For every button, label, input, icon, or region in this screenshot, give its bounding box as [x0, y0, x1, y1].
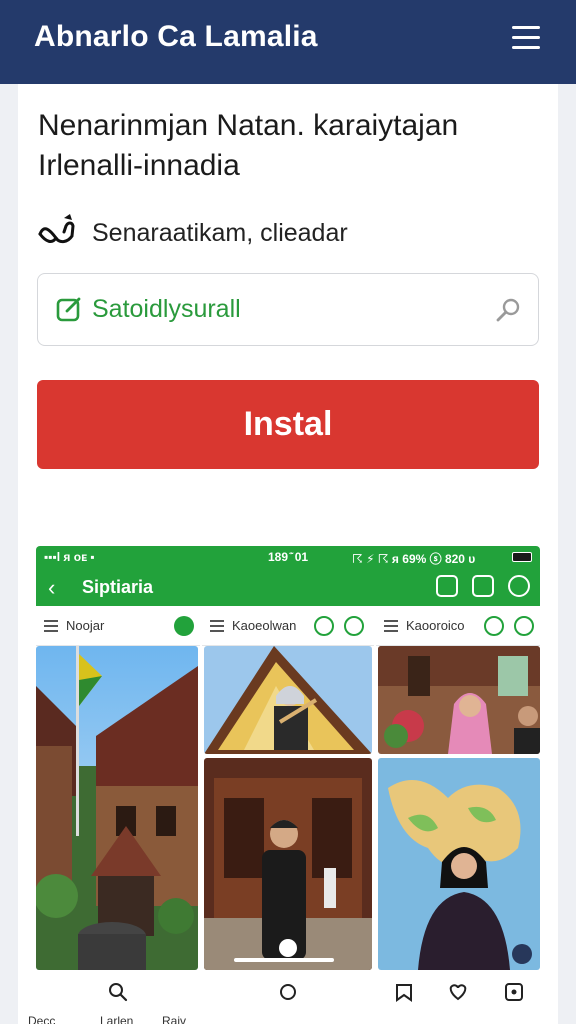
tent-photo	[204, 646, 372, 754]
nav-label[interactable]: Raiv	[162, 1014, 186, 1024]
edit-icon	[55, 295, 83, 328]
column-header: Noojar	[36, 606, 200, 646]
house-photo	[36, 646, 198, 970]
page-heading: Nenarinmjan Natan. karaiytajan Irlenalli…	[38, 106, 538, 186]
app-title: Abnarlo Ca Lamalia	[34, 20, 318, 53]
map-woman-photo	[378, 758, 540, 970]
back-arrow-icon: ‹	[48, 575, 56, 600]
nav-label[interactable]: Larlen	[100, 1014, 133, 1024]
list-icon	[44, 620, 58, 632]
preview-column-2: Kaoeolwan	[202, 606, 374, 970]
preview-column-3: Kaooroico	[376, 606, 540, 970]
status-left: ▪▪▪l ᴙ ᴏᴇ ▪	[44, 550, 95, 564]
wave-hand-icon	[36, 210, 78, 257]
man-photo	[204, 758, 372, 970]
check-icon	[484, 616, 504, 636]
badge-icon	[174, 616, 194, 636]
preview-actions	[436, 575, 530, 597]
square-dot-icon[interactable]	[504, 982, 524, 1002]
status-right: ☈ ⚡ ☈ ᴙ 69% ⓢ 820 ᴜ	[352, 552, 476, 566]
install-button[interactable]: Instal	[37, 380, 539, 469]
search-icon[interactable]	[494, 296, 522, 329]
subtitle-text: Senaraatikam, clieadar	[92, 218, 348, 247]
share-icon	[472, 575, 494, 597]
status-time: 189 ͊ 01	[268, 550, 309, 564]
column-label: Noojar	[66, 618, 105, 633]
nav-label[interactable]: Decc	[28, 1014, 55, 1024]
heading-line-1: Nenarinmjan Natan. karaiytajan	[38, 109, 459, 142]
list-icon	[210, 620, 224, 632]
battery-icon	[512, 552, 532, 562]
women-photo	[378, 646, 540, 754]
column-header: Kaoeolwan	[202, 606, 374, 646]
preview-column-1: Noojar	[36, 606, 200, 970]
column-label: Kaooroico	[406, 618, 465, 633]
column-header: Kaooroico	[376, 606, 540, 646]
list-icon	[384, 620, 398, 632]
heart-icon[interactable]	[448, 982, 468, 1002]
heading-line-2: Irlenalli-innadia	[38, 149, 240, 182]
preview-app-bar: ‹ Siptiaria	[36, 568, 540, 606]
hamburger-menu-icon[interactable]	[512, 26, 540, 52]
search-icon[interactable]	[108, 982, 128, 1002]
home-circle-icon[interactable]	[278, 982, 298, 1002]
bookmark-icon[interactable]	[394, 982, 414, 1002]
status-bar: ▪▪▪l ᴙ ᴏᴇ ▪ 189 ͊ 01 ☈ ⚡ ☈ ᴙ 69% ⓢ 820 ᴜ	[36, 546, 540, 568]
preview-app-title: Siptiaria	[82, 577, 154, 597]
leaf-icon	[344, 616, 364, 636]
search-value: Satoidlysurall	[92, 295, 241, 323]
leaf-icon	[514, 616, 534, 636]
column-label: Kaoeolwan	[232, 618, 297, 633]
subtitle-row: Senaraatikam, clieadar	[36, 210, 348, 256]
chart-icon	[436, 575, 458, 597]
app-screenshot-preview: ▪▪▪l ᴙ ᴏᴇ ▪ 189 ͊ 01 ☈ ⚡ ☈ ᴙ 69% ⓢ 820 ᴜ…	[36, 546, 540, 970]
search-input[interactable]: Satoidlysurall	[37, 273, 539, 346]
top-app-bar: Abnarlo Ca Lamalia	[0, 0, 576, 84]
check-icon	[314, 616, 334, 636]
bottom-navigation: Decc Larlen Raiv	[18, 972, 558, 1024]
globe-icon	[508, 575, 530, 597]
